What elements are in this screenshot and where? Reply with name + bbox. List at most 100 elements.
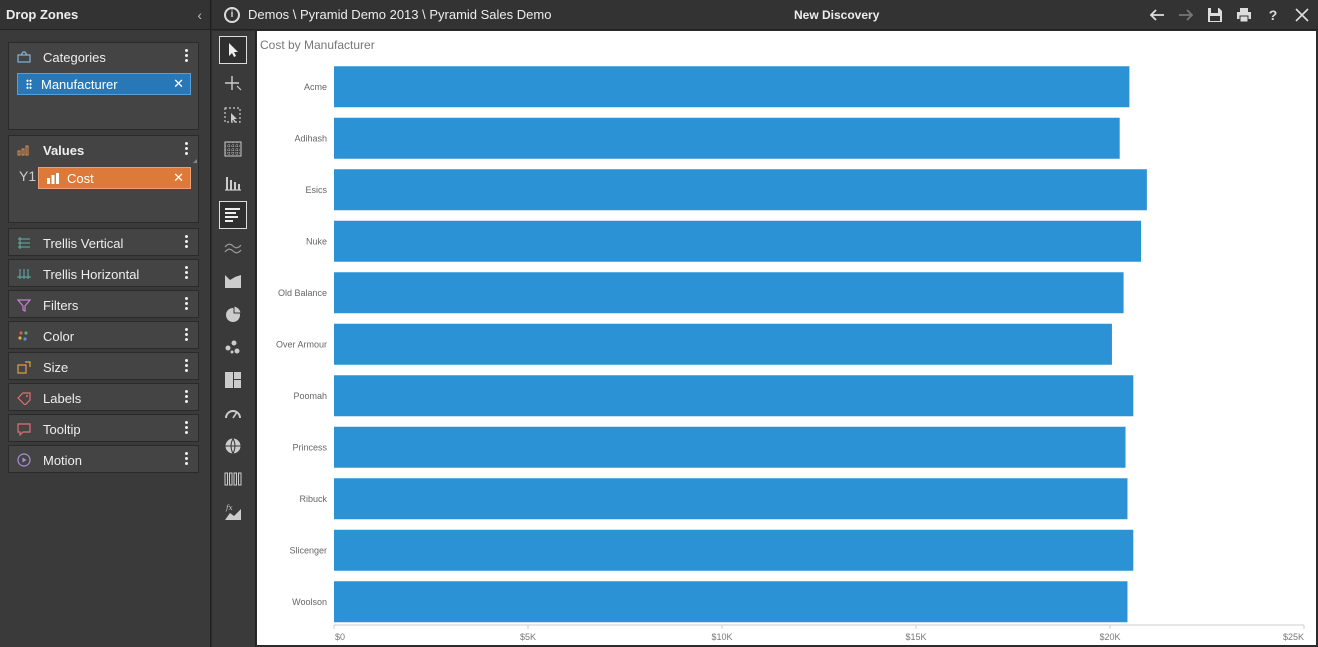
bar-over-armour[interactable]	[334, 323, 1112, 365]
gauge-icon[interactable]	[219, 399, 247, 427]
resize-corner	[193, 159, 197, 163]
chart-canvas[interactable]: Cost by Manufacturer Acme Adihash Esics Nuk…	[257, 31, 1316, 645]
play-icon	[17, 453, 31, 467]
scatter-icon[interactable]	[219, 333, 247, 361]
remove-icon[interactable]: ✕	[173, 76, 184, 92]
manufacturer-pill[interactable]: Manufacturer ✕	[17, 73, 191, 95]
zone-labels[interactable]: Labels	[8, 383, 199, 411]
line-chart-icon[interactable]	[219, 234, 247, 262]
drop-zones-title: Drop Zones	[6, 7, 79, 22]
back-arrow-icon[interactable]	[1149, 7, 1165, 23]
zone-header: Size	[9, 353, 198, 381]
globe-icon[interactable]	[219, 432, 247, 460]
select-region-icon[interactable]	[219, 102, 247, 130]
drag-handle-icon[interactable]	[26, 79, 32, 89]
drop-zones-panel: Drop Zones ‹ Categories Manufacturer ✕ V…	[0, 0, 211, 647]
bar-chart-icon[interactable]	[219, 201, 247, 229]
bar-old-balance[interactable]	[334, 272, 1124, 314]
kebab-menu-icon[interactable]	[185, 421, 188, 434]
add-icon[interactable]	[219, 69, 247, 97]
forward-arrow-icon[interactable]	[1178, 7, 1194, 23]
zone-label: Size	[43, 359, 69, 375]
column-chart-icon[interactable]	[219, 168, 247, 196]
chevron-left-icon[interactable]: ‹	[197, 7, 202, 23]
svg-text:fx: fx	[225, 504, 233, 512]
kebab-menu-icon[interactable]	[185, 266, 188, 279]
indicator-icon[interactable]	[219, 465, 247, 493]
cost-pill[interactable]: Cost ✕	[38, 167, 191, 189]
bar-poomah[interactable]	[334, 375, 1134, 417]
drop-zones-header: Drop Zones ‹	[0, 0, 210, 30]
category-label: Princess	[292, 442, 327, 452]
header-actions: ?	[1149, 0, 1310, 30]
bar-esics[interactable]	[334, 169, 1147, 211]
bar-woolson[interactable]	[334, 581, 1128, 623]
x-tick-label: $25K	[1283, 632, 1304, 642]
save-icon[interactable]	[1207, 7, 1223, 23]
category-label: Over Armour	[276, 339, 327, 349]
zone-values-header: Values	[9, 136, 198, 164]
kebab-menu-icon[interactable]	[185, 235, 188, 248]
category-label: Nuke	[306, 236, 327, 246]
zone-categories[interactable]: Categories Manufacturer ✕	[8, 42, 199, 130]
bar-ribuck[interactable]	[334, 478, 1128, 520]
x-tick-label: $5K	[520, 632, 536, 642]
bar-chart[interactable]: Acme Adihash Esics Nuke Old Balance Over Armo…	[257, 31, 1316, 645]
y-axis-label: Y1	[19, 168, 37, 184]
print-icon[interactable]	[1236, 7, 1252, 23]
zone-categories-header: Categories	[9, 43, 198, 71]
zone-header: Filters	[9, 291, 198, 319]
x-tick-label: $15K	[905, 632, 926, 642]
close-icon[interactable]	[1294, 7, 1310, 23]
size-icon	[17, 360, 31, 374]
zone-header: Motion	[9, 446, 198, 474]
kebab-menu-icon[interactable]	[185, 328, 188, 341]
zone-tooltip[interactable]: Tooltip	[8, 414, 199, 442]
treemap-icon[interactable]	[219, 366, 247, 394]
zone-header: Trellis Vertical	[9, 229, 198, 257]
kebab-menu-icon[interactable]	[185, 49, 188, 62]
kebab-menu-icon[interactable]	[185, 297, 188, 310]
zone-trellis-vertical[interactable]: Trellis Vertical	[8, 228, 199, 256]
zone-label: Color	[43, 328, 75, 344]
pill-label: Manufacturer	[41, 76, 118, 92]
kebab-menu-icon[interactable]	[185, 452, 188, 465]
zone-trellis-horizontal[interactable]: Trellis Horizontal	[8, 259, 199, 287]
category-label: Esics	[305, 185, 327, 195]
zone-values[interactable]: Values Y1 Cost ✕	[8, 135, 199, 223]
categories-icon	[17, 50, 31, 64]
bar-acme[interactable]	[334, 66, 1130, 108]
bar-slicenger[interactable]	[334, 529, 1134, 571]
category-label: Adihash	[294, 133, 327, 143]
pointer-icon[interactable]	[219, 36, 247, 64]
breadcrumb[interactable]: Demos \ Pyramid Demo 2013 \ Pyramid Sale…	[248, 7, 551, 22]
kebab-menu-icon[interactable]	[185, 359, 188, 372]
bar-nuke[interactable]	[334, 220, 1142, 262]
page-title: New Discovery	[794, 7, 880, 22]
bar-adihash[interactable]	[334, 117, 1120, 159]
pie-chart-icon[interactable]	[219, 300, 247, 328]
tooltip-icon	[17, 422, 31, 436]
bar-princess[interactable]	[334, 426, 1126, 468]
kebab-menu-icon[interactable]	[185, 142, 188, 155]
filter-icon	[17, 298, 31, 312]
area-chart-icon[interactable]	[219, 267, 247, 295]
header-bar: i Demos \ Pyramid Demo 2013 \ Pyramid Sa…	[212, 0, 1318, 30]
zone-filters[interactable]: Filters	[8, 290, 199, 318]
visualization-toolbar: fx	[212, 31, 256, 647]
info-icon[interactable]: i	[224, 6, 240, 23]
zone-label: Motion	[43, 452, 83, 468]
zone-color[interactable]: Color	[8, 321, 199, 349]
category-label: Ribuck	[299, 494, 327, 504]
x-tick-label: $20K	[1099, 632, 1120, 642]
help-icon[interactable]: ?	[1265, 7, 1281, 23]
remove-icon[interactable]: ✕	[173, 170, 184, 186]
zone-size[interactable]: Size	[8, 352, 199, 380]
formula-chart-icon[interactable]: fx	[219, 498, 247, 526]
zone-header: Labels	[9, 384, 198, 412]
kebab-menu-icon[interactable]	[185, 390, 188, 403]
x-tick-label: $10K	[711, 632, 732, 642]
category-label: Old Balance	[278, 288, 327, 298]
zone-motion[interactable]: Motion	[8, 445, 199, 473]
grid-icon[interactable]	[219, 135, 247, 163]
